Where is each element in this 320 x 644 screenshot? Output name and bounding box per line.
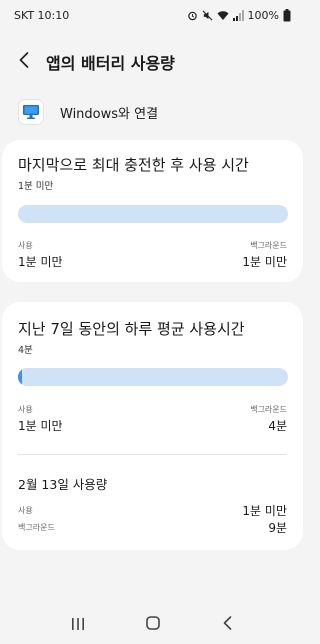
background-value: 4분	[268, 419, 287, 433]
back-icon	[223, 615, 232, 634]
chevron-left-icon	[19, 52, 29, 72]
last-7-days-bar	[18, 368, 288, 386]
background-label: 백그라운드	[250, 405, 287, 414]
app-name: Windows와 연결	[60, 106, 159, 122]
home-icon	[145, 615, 160, 634]
day-background-value: 9분	[268, 521, 287, 535]
usage-label: 사용	[18, 405, 33, 414]
day-usage-value: 1분 미만	[242, 504, 287, 518]
page-title: 앱의 배터리 사용량	[46, 54, 175, 73]
day-background-label: 백그라운드	[18, 523, 55, 532]
last-7-days-card: 지난 7일 동안의 하루 평균 사용시간 4분 사용 백그라운드 1분 미만 4…	[2, 302, 303, 550]
since-full-charge-bar	[18, 205, 288, 223]
app-bar: 앱의 배터리 사용량	[0, 40, 305, 84]
since-full-charge-total: 1분 미만	[18, 181, 54, 192]
last-7-days-title: 지난 7일 동안의 하루 평균 사용시간	[18, 320, 245, 338]
background-label: 백그라운드	[250, 241, 287, 250]
mute-icon	[202, 10, 213, 21]
home-button[interactable]	[138, 609, 168, 639]
windows-link-icon	[18, 99, 44, 125]
last-7-days-total: 4분	[18, 345, 33, 356]
background-value: 1분 미만	[242, 255, 287, 269]
nav-back-button[interactable]	[213, 609, 243, 639]
day-usage-title: 2월 13일 사용량	[18, 477, 108, 492]
wifi-icon	[217, 10, 229, 21]
recents-icon	[71, 615, 85, 634]
status-bar: SKT 10:10 100%	[0, 0, 305, 30]
divider	[18, 454, 287, 455]
since-full-charge-card: 마지막으로 최대 충전한 후 사용 시간 1분 미만 사용 백그라운드 1분 미…	[2, 140, 303, 282]
recents-button[interactable]	[63, 609, 93, 639]
signal-icon	[232, 9, 244, 21]
back-button[interactable]	[12, 50, 36, 74]
last-7-days-bar-fill	[18, 368, 22, 386]
app-info-row: Windows와 연결	[18, 95, 287, 129]
usage-value: 1분 미만	[18, 255, 63, 269]
since-full-charge-title: 마지막으로 최대 충전한 후 사용 시간	[18, 156, 249, 174]
usage-value: 1분 미만	[18, 419, 63, 433]
status-icons: 100%	[187, 8, 291, 22]
battery-text: 100%	[247, 8, 279, 22]
status-time: SKT 10:10	[14, 8, 70, 22]
alarm-icon	[187, 10, 198, 21]
battery-icon	[283, 8, 291, 22]
day-usage-label: 사용	[18, 506, 33, 515]
navigation-bar	[0, 604, 305, 644]
usage-label: 사용	[18, 241, 33, 250]
